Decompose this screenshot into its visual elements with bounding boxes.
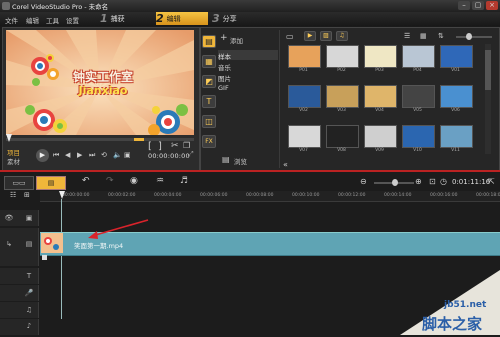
watermark-name: 脚本之家 [422,315,483,333]
watermark-site: jb51.net [444,300,487,310]
